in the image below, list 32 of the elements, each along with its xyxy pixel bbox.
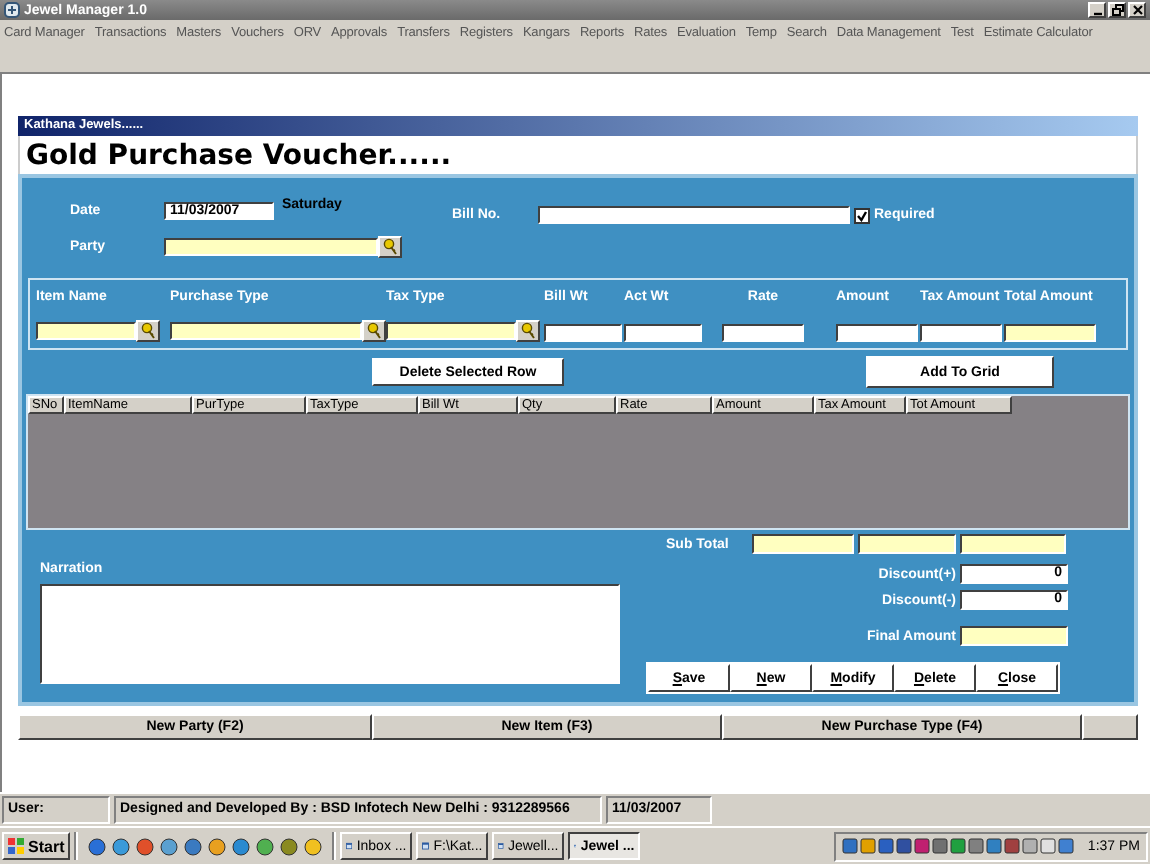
close-button[interactable] (1128, 2, 1146, 18)
rate-field[interactable] (722, 324, 804, 342)
purchase-type-field[interactable] (170, 322, 362, 340)
sub-total-weight-field[interactable] (752, 534, 854, 554)
lookup-button[interactable] (362, 320, 386, 342)
lookup-button[interactable] (516, 320, 540, 342)
voucher-title: Gold Purchase Voucher...... (26, 139, 452, 171)
party-field[interactable] (164, 238, 378, 256)
bill-no-field[interactable] (538, 206, 850, 224)
narration-field[interactable] (40, 584, 620, 684)
minimize-button[interactable] (1088, 2, 1106, 18)
act-wt-field[interactable] (624, 324, 702, 342)
total-amount-field[interactable] (1004, 324, 1096, 342)
close-icon (1131, 4, 1143, 16)
sub-total-amount-field[interactable] (858, 534, 956, 554)
shortcut-bar-end (1082, 714, 1138, 740)
start-button[interactable]: Start (2, 832, 71, 860)
amount-field[interactable] (836, 324, 918, 342)
restore-icon (1111, 4, 1123, 16)
final-amount-field[interactable] (960, 626, 1068, 646)
required-checkbox[interactable] (854, 207, 870, 223)
windows-logo-icon (8, 838, 24, 854)
lookup-button[interactable] (136, 320, 160, 342)
lookup-button[interactable] (378, 236, 402, 258)
restore-button[interactable] (1108, 2, 1126, 18)
app-icon (4, 2, 20, 18)
tax-amount-field[interactable] (920, 324, 1002, 342)
check-icon (856, 209, 868, 221)
bill-wt-field[interactable] (544, 324, 622, 342)
sub-total-field[interactable] (960, 534, 1066, 554)
tax-type-field[interactable] (386, 322, 516, 340)
item-name-field[interactable] (36, 322, 136, 340)
